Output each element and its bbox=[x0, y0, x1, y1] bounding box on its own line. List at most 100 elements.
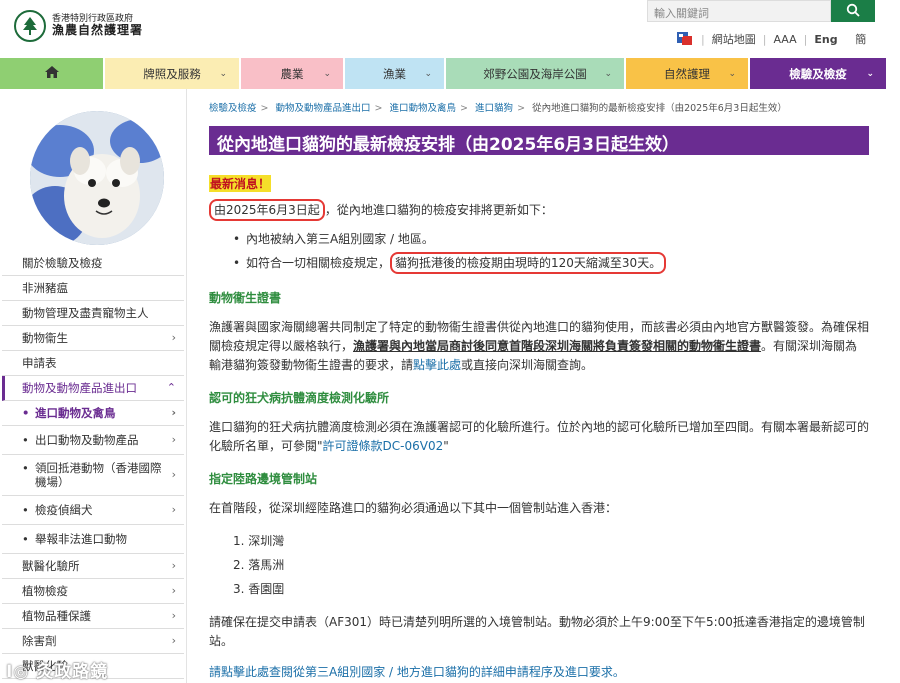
text-size-control[interactable]: AAA bbox=[773, 33, 796, 46]
sidebar-item-label: 動物衞生 bbox=[22, 331, 68, 345]
permit-conditions-link[interactable]: 許可證條款DC-06V02 bbox=[323, 439, 444, 453]
bullet-icon: • bbox=[22, 433, 29, 447]
sidebar-subitem-import-animals[interactable]: • 進口動物及禽鳥 › bbox=[2, 401, 184, 426]
home-icon bbox=[44, 65, 60, 82]
sidebar-item-label: 檢疫偵緝犬 bbox=[35, 503, 93, 517]
chevron-right-icon: › bbox=[171, 584, 176, 597]
nav-nature-conservation[interactable]: 自然護理 ⌄ bbox=[626, 58, 750, 89]
sidebar-subitem-export-animals[interactable]: • 出口動物及動物產品 › bbox=[2, 426, 184, 455]
section-heading-rabies-lab: 認可的狂犬病抗體滴度檢測化驗所 bbox=[209, 391, 390, 405]
list-item: 3. 香園圍 bbox=[233, 582, 285, 596]
chevron-down-icon: ⌄ bbox=[219, 68, 227, 79]
sidebar-item-label: 植物品種保護 bbox=[22, 609, 91, 623]
sidebar-item-label: 非洲豬瘟 bbox=[22, 281, 68, 295]
department-name: 漁農自然護理署 bbox=[52, 23, 144, 38]
details-link[interactable]: 請點擊此處查閱從第三A組別國家 / 地方進口貓狗的詳細申請程序及進口要求。 bbox=[209, 665, 625, 679]
breadcrumb-current: 從內地進口貓狗的最新檢疫安排（由2025年6月3日起生效） bbox=[532, 103, 787, 114]
sidebar-item-about[interactable]: 關於檢驗及檢疫 bbox=[2, 251, 184, 276]
breadcrumb-link[interactable]: 動物及動物產品進出口 bbox=[276, 103, 371, 114]
breadcrumb-link[interactable]: 進口貓狗 bbox=[475, 103, 513, 114]
sidebar-item-vet-lab[interactable]: 獸醫化驗所 › bbox=[2, 554, 184, 579]
sidebar-item-pesticides[interactable]: 除害劑 › bbox=[2, 629, 184, 654]
page-title: 從內地進口貓狗的最新檢疫安排（由2025年6月3日起生效） bbox=[209, 126, 869, 155]
paragraph-text: " bbox=[443, 439, 449, 453]
sidebar-subitem-report-illegal[interactable]: • 舉報非法進口動物 bbox=[2, 525, 184, 554]
highlight-quarantine-period: 貓狗抵港後的檢疫期由現時的120天縮減至30天。 bbox=[390, 252, 667, 274]
breadcrumb-link[interactable]: 檢驗及檢疫 bbox=[209, 103, 257, 114]
nav-label: 牌照及服務 bbox=[143, 66, 201, 81]
chevron-right-icon: › bbox=[171, 468, 176, 481]
sidebar-item-label: 除害劑 bbox=[22, 634, 57, 648]
section-heading-health-cert: 動物衞生證書 bbox=[209, 291, 282, 305]
nav-country-marine-parks[interactable]: 郊野公園及海岸公園 ⌄ bbox=[446, 58, 626, 89]
sitemap-link[interactable]: 網站地圖 bbox=[712, 31, 756, 47]
sidebar-item-asf[interactable]: 非洲豬瘟 bbox=[2, 276, 184, 301]
sidebar-menu: 關於檢驗及檢疫 非洲豬瘟 動物管理及盡責寵物主人 動物衞生 › 申請表 動物及動物… bbox=[2, 251, 184, 679]
sidebar-item-label: 關於檢驗及檢疫 bbox=[22, 256, 103, 270]
list-item: 1. 深圳灣 bbox=[233, 534, 285, 548]
chevron-down-icon: ⌄ bbox=[728, 68, 736, 79]
bullet-icon: • bbox=[22, 406, 30, 420]
dog-examination-photo bbox=[30, 111, 164, 245]
nav-label: 郊野公園及海岸公園 bbox=[483, 66, 587, 81]
watermark: I◎ 灸政路鏡 bbox=[6, 662, 109, 682]
department-logo[interactable]: 香港特別行政區政府 漁農自然護理署 bbox=[14, 10, 143, 42]
chevron-up-icon: ⌃ bbox=[166, 381, 176, 394]
sidebar-item-plant-variety[interactable]: 植物品種保護 › bbox=[2, 604, 184, 629]
sidebar-item-plant-quarantine[interactable]: 植物檢疫 › bbox=[2, 579, 184, 604]
latest-news-badge: 最新消息！ bbox=[209, 175, 272, 192]
breadcrumb-link[interactable]: 進口動物及禽鳥 bbox=[390, 103, 457, 114]
change-list: 內地被納入第三A組別國家 / 地區。 如符合一切相關檢疫規定，貓狗抵港後的檢疫期… bbox=[233, 227, 869, 275]
chevron-down-icon: ⌄ bbox=[323, 68, 331, 79]
chevron-right-icon: › bbox=[171, 503, 176, 516]
sidebar-item-label: 領回抵港動物（香港國際機場） bbox=[35, 461, 162, 489]
nav-inspection-quarantine[interactable]: 檢驗及檢疫 ⌄ bbox=[750, 58, 888, 89]
afcd-emblem-icon bbox=[14, 10, 46, 42]
sidebar-item-animal-management[interactable]: 動物管理及盡責寵物主人 bbox=[2, 301, 184, 326]
breadcrumb: 檢驗及檢疫 > 動物及動物產品進出口 > 進口動物及禽鳥 > 進口貓狗 > 從內地進口貓… bbox=[209, 103, 787, 114]
list-item: 如符合一切相關檢疫規定，貓狗抵港後的檢疫期由現時的120天縮減至30天。 bbox=[233, 251, 869, 275]
accessibility-icon[interactable] bbox=[676, 30, 694, 49]
control-points-list: 1. 深圳灣 2. 落馬洲 3. 香園圍 bbox=[233, 529, 869, 601]
nav-label: 漁業 bbox=[383, 66, 406, 81]
chevron-down-icon: ⌄ bbox=[604, 68, 612, 79]
list-item-text: 內地被納入第三A組別國家 / 地區。 bbox=[246, 232, 434, 246]
sidebar-subitem-detector-dogs[interactable]: • 檢疫偵緝犬 › bbox=[2, 496, 184, 525]
chevron-right-icon: › bbox=[171, 609, 176, 622]
chevron-down-icon: ⌄ bbox=[424, 68, 432, 79]
sidebar-subitem-claim-animals[interactable]: • 領回抵港動物（香港國際機場） › bbox=[2, 455, 184, 496]
sidebar: 關於檢驗及檢疫 非洲豬瘟 動物管理及盡責寵物主人 動物衞生 › 申請表 動物及動物… bbox=[2, 89, 187, 683]
nav-home[interactable] bbox=[0, 58, 105, 89]
nav-fisheries[interactable]: 漁業 ⌄ bbox=[345, 58, 446, 89]
sidebar-item-animal-health[interactable]: 動物衞生 › bbox=[2, 326, 184, 351]
intro-text: ，從內地進口貓狗的檢疫安排將更新如下： bbox=[324, 203, 553, 217]
search-button[interactable] bbox=[831, 0, 875, 22]
text-size-label: AAA bbox=[773, 32, 797, 46]
site-header: 香港特別行政區政府 漁農自然護理署 輸入關鍵詞 | 網站地圖 | AAA | E… bbox=[0, 0, 900, 58]
nav-licensing-services[interactable]: 牌照及服務 ⌄ bbox=[105, 58, 241, 89]
sidebar-item-label: 動物管理及盡責寵物主人 bbox=[22, 306, 149, 320]
search-icon bbox=[846, 3, 860, 20]
list-item: 內地被納入第三A組別國家 / 地區。 bbox=[233, 227, 869, 251]
chevron-right-icon: › bbox=[171, 331, 176, 344]
main-navigation: 牌照及服務 ⌄ 農業 ⌄ 漁業 ⌄ 郊野公園及海岸公園 ⌄ 自然護理 ⌄ 檢驗及檢疫 ⌄ bbox=[0, 58, 900, 89]
lang-english-link[interactable]: Eng bbox=[814, 33, 837, 46]
sidebar-item-label: 申請表 bbox=[22, 356, 57, 370]
sidebar-item-import-export[interactable]: 動物及動物產品進出口 ⌃ bbox=[2, 376, 184, 401]
nav-agriculture[interactable]: 農業 ⌄ bbox=[241, 58, 345, 89]
highlight-date: 由2025年6月3日起 bbox=[209, 199, 325, 221]
lang-simplified-link[interactable]: 簡 bbox=[855, 31, 866, 47]
sidebar-item-label: 動物及動物產品進出口 bbox=[22, 381, 137, 395]
sidebar-item-label: 植物檢疫 bbox=[22, 584, 68, 598]
bullet-icon: • bbox=[22, 503, 29, 517]
main-content: 檢驗及檢疫 > 動物及動物產品進出口 > 進口動物及禽鳥 > 進口貓狗 > 從內地進口貓… bbox=[209, 100, 869, 682]
sidebar-item-label: 舉報非法進口動物 bbox=[35, 532, 127, 546]
click-here-link[interactable]: 點擊此處 bbox=[413, 358, 461, 372]
sidebar-item-label: 獸醫化驗所 bbox=[22, 559, 80, 573]
sidebar-item-label: 出口動物及動物產品 bbox=[35, 433, 139, 447]
sidebar-item-forms[interactable]: 申請表 bbox=[2, 351, 184, 376]
health-cert-paragraph: 漁護署與國家海關總署共同制定了特定的動物衞生證書供從內地進口的貓狗使用，而該書必… bbox=[209, 318, 869, 375]
chevron-right-icon: › bbox=[171, 433, 176, 446]
border-control-paragraph: 在首階段，從深圳經陸路進口的貓狗必須通過以下其中一個管制站進入香港： bbox=[209, 501, 618, 515]
search-input[interactable]: 輸入關鍵詞 bbox=[647, 0, 831, 22]
